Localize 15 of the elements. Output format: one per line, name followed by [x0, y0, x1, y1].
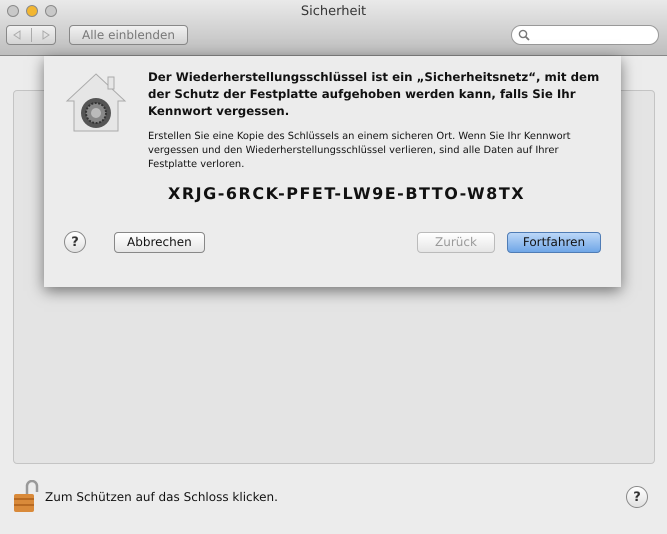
help-button[interactable]: ?: [64, 231, 86, 253]
lock-hint: Zum Schützen auf das Schloss klicken.: [45, 490, 278, 504]
recovery-key: XRJG-6RCK-PFET-LW9E-BTTO-W8TX: [168, 184, 601, 203]
window-control[interactable]: [7, 5, 19, 17]
window-control[interactable]: [26, 5, 38, 17]
dialog-heading: Der Wiederherstellungsschlüssel ist ein „Sicherheitsnetz“, mit dem der Schutz der Festplatte aufgehoben werden kann, falls Sie Ihr Kennwort vergessen.: [148, 69, 600, 120]
search-icon: [518, 29, 530, 41]
window-control[interactable]: [45, 5, 57, 17]
dialog-button[interactable]: Fortfahren: [507, 232, 601, 252]
dialog-message: Erstellen Sie eine Kopie des Schlüssels an einem sicheren Ort. Wenn Sie Ihr Kennwort vergessen und den Wiederherstellungsschlüssel verlieren, sind alle Daten auf Ihrer Festplatte verloren.: [148, 130, 572, 172]
window-title: Sicherheit: [300, 4, 366, 19]
help-button[interactable]: ?: [626, 486, 648, 508]
padlock-icon[interactable]: [13, 480, 39, 514]
dialog-button[interactable]: Abbrechen: [114, 232, 205, 252]
search-field[interactable]: [511, 25, 659, 45]
